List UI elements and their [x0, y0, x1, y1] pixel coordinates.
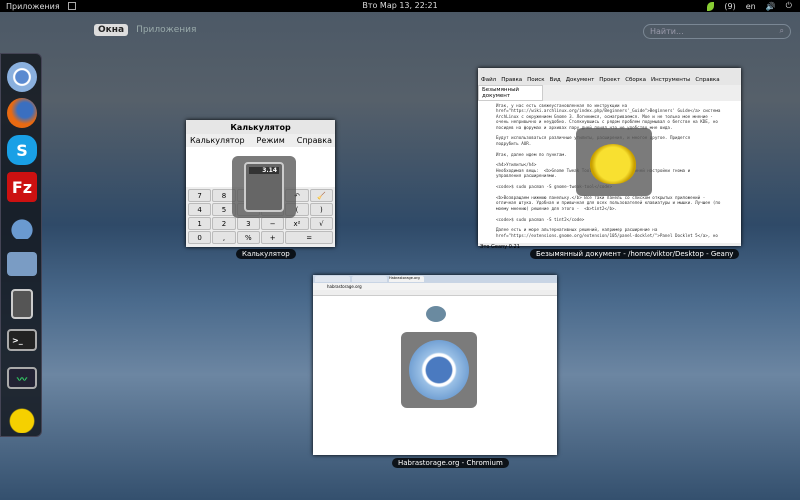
- chromium-icon[interactable]: [7, 62, 37, 92]
- geany-titlebar: [478, 68, 741, 75]
- key[interactable]: 7: [188, 189, 212, 202]
- skype-icon[interactable]: S: [7, 135, 37, 165]
- tab-applications[interactable]: Приложения: [134, 24, 198, 36]
- search-icon: ⌕: [779, 26, 784, 35]
- key[interactable]: 3: [236, 217, 260, 230]
- leaf-tray-icon[interactable]: [707, 1, 715, 11]
- browser-tabbar: Habrastorage.org: [313, 275, 557, 283]
- key[interactable]: 1: [188, 217, 212, 230]
- key[interactable]: 4: [188, 203, 212, 216]
- menu-view[interactable]: Вид: [550, 77, 561, 83]
- geany-app-icon: [576, 128, 652, 196]
- menu-help[interactable]: Справка: [695, 77, 719, 83]
- volume-icon[interactable]: 🔊: [766, 2, 776, 11]
- browser-tab[interactable]: [315, 276, 350, 282]
- calculator-title: Калькулятор: [186, 120, 335, 134]
- calculator-icon[interactable]: [11, 289, 33, 319]
- address-bar[interactable]: habrastorage.org: [313, 283, 557, 290]
- key[interactable]: +: [261, 231, 285, 244]
- calculator-app-icon: 3.14: [232, 156, 296, 218]
- menu-document[interactable]: Документ: [566, 77, 595, 83]
- key[interactable]: −: [261, 217, 285, 230]
- search-input[interactable]: Найти... ⌕: [643, 24, 791, 39]
- browser-tab-active[interactable]: Habrastorage.org: [389, 276, 424, 282]
- chromium-app-icon: [401, 332, 477, 408]
- clock[interactable]: Вто Мар 13, 22:21: [0, 1, 800, 10]
- calculator-menubar: Калькулятор Режим Справка: [186, 134, 335, 147]
- key[interactable]: %: [236, 231, 260, 244]
- key[interactable]: √: [309, 217, 333, 230]
- search-placeholder: Найти...: [650, 27, 684, 36]
- site-logo: [426, 306, 446, 322]
- key[interactable]: x²: [285, 217, 309, 230]
- equals-key[interactable]: =: [285, 231, 333, 244]
- system-monitor-icon[interactable]: 〰: [7, 367, 37, 389]
- menu-help[interactable]: Справка: [297, 136, 332, 145]
- geany-caption: Безымянный документ - /home/viktor/Deskt…: [530, 249, 740, 259]
- key[interactable]: 2: [212, 217, 236, 230]
- menu-build[interactable]: Сборка: [625, 77, 646, 83]
- menu-mode[interactable]: Режим: [257, 136, 285, 145]
- geany-icon[interactable]: [7, 403, 37, 433]
- dash: S Fz >_ 〰: [0, 53, 42, 437]
- menu-tools[interactable]: Инструменты: [651, 77, 690, 83]
- clear-key[interactable]: 🧹: [309, 189, 333, 202]
- key[interactable]: ,: [212, 231, 236, 244]
- document-tab[interactable]: Безымянный документ: [478, 85, 543, 101]
- deluge-icon[interactable]: [7, 209, 37, 239]
- menu-calculator[interactable]: Калькулятор: [190, 136, 245, 145]
- keyboard-layout[interactable]: en: [746, 2, 756, 11]
- files-icon[interactable]: [7, 252, 37, 276]
- key[interactable]: ): [309, 203, 333, 216]
- terminal-icon[interactable]: >_: [7, 329, 37, 351]
- filezilla-icon[interactable]: Fz: [7, 172, 37, 202]
- geany-menubar: Файл Правка Поиск Вид Документ Проект Сборка Ин…: [478, 75, 741, 85]
- menu-file[interactable]: Файл: [481, 77, 496, 83]
- tab-windows[interactable]: Окна: [94, 24, 129, 36]
- calculator-caption: Калькулятор: [236, 249, 296, 259]
- browser-tab[interactable]: [352, 276, 387, 282]
- chromium-caption: Habrastorage.org - Chromium: [392, 458, 509, 468]
- notifications-count[interactable]: (9): [724, 2, 735, 11]
- menu-edit[interactable]: Правка: [501, 77, 522, 83]
- power-icon[interactable]: ⏻: [786, 1, 792, 11]
- top-bar: Приложения Вто Мар 13, 22:21 (9) en 🔊 ⏻: [0, 0, 800, 12]
- menu-project[interactable]: Проект: [599, 77, 620, 83]
- key[interactable]: 0: [188, 231, 212, 244]
- menu-search[interactable]: Поиск: [527, 77, 544, 83]
- firefox-icon[interactable]: [7, 98, 37, 128]
- calculator-icon-display: 3.14: [249, 167, 279, 174]
- overview-tabs: Окна Приложения: [94, 24, 198, 36]
